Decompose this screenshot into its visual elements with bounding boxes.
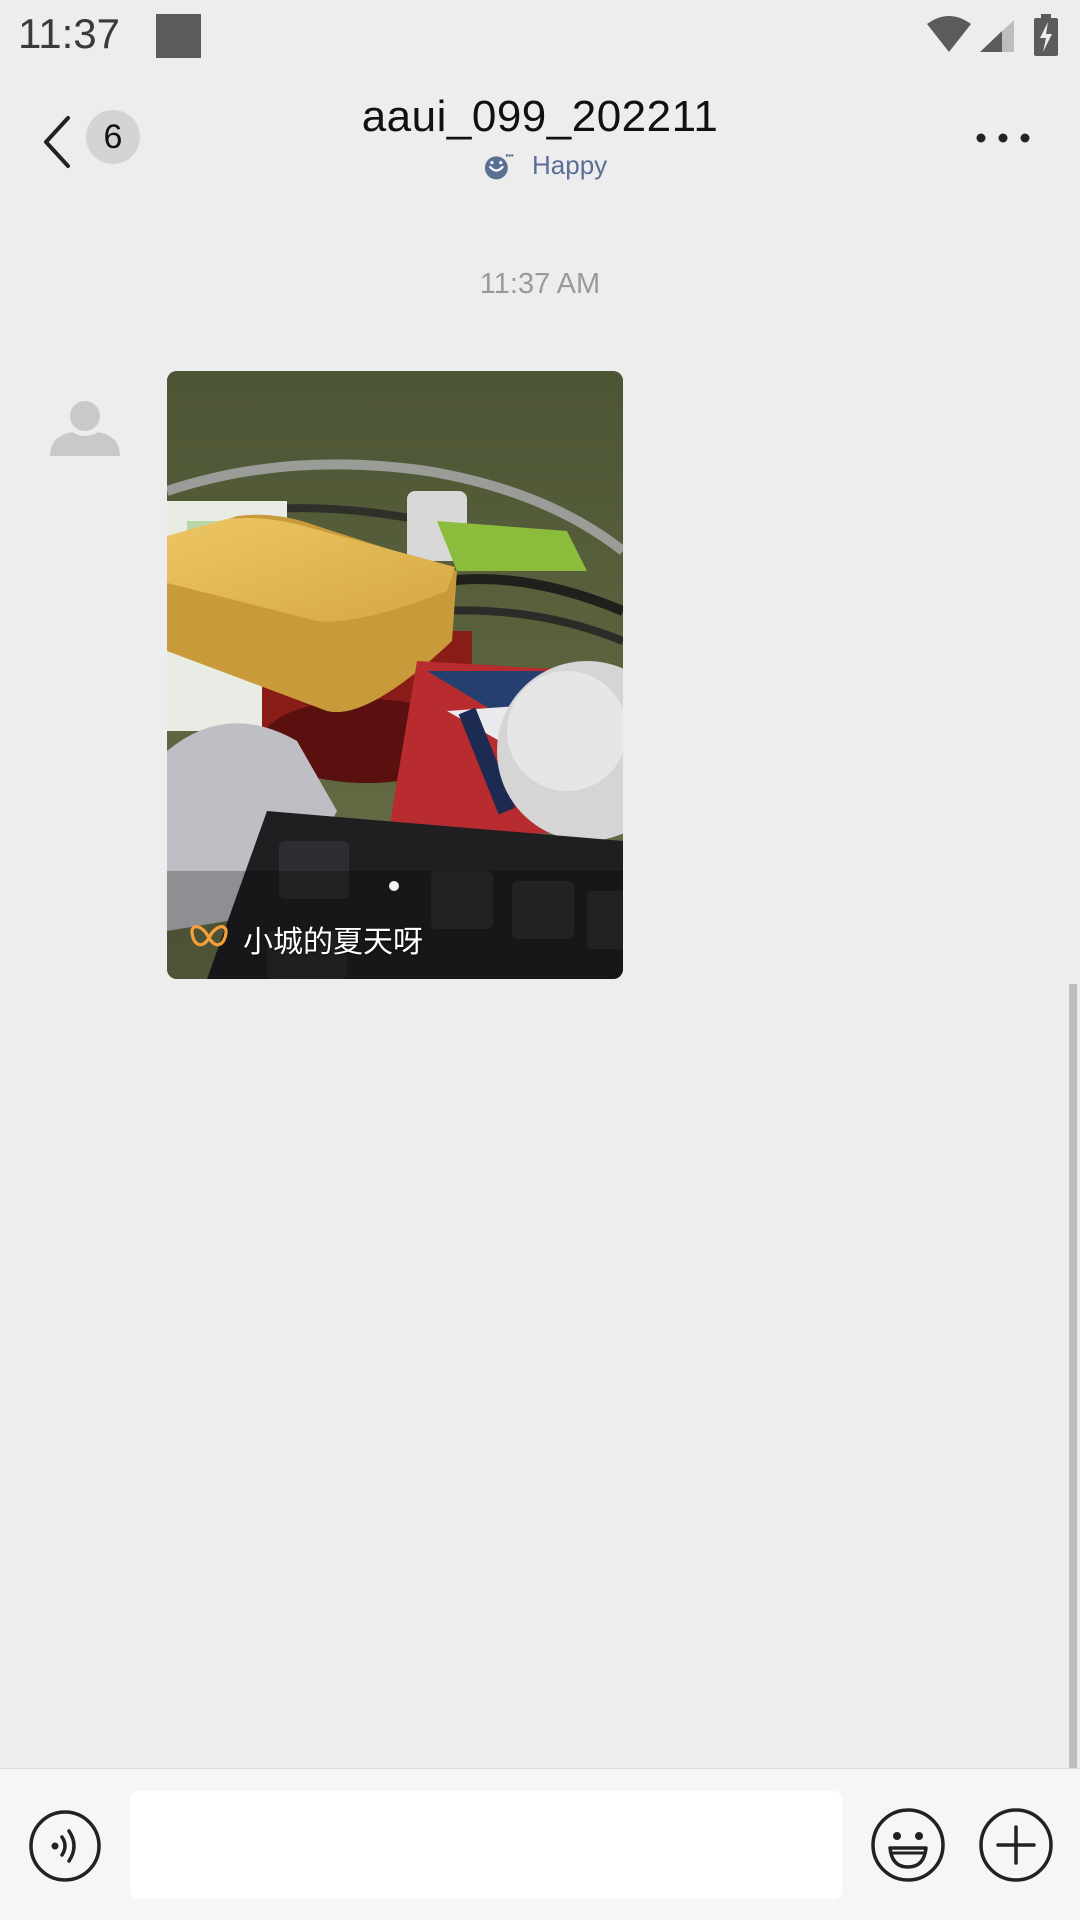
cell-signal-icon	[980, 20, 1014, 52]
status-bar: 11:37	[0, 0, 1080, 74]
chat-scrollbar[interactable]	[1069, 984, 1077, 1768]
status-time: 11:37	[18, 10, 120, 57]
message-timestamp: 11:37 AM	[479, 268, 601, 300]
emoji-icon[interactable]	[870, 1807, 946, 1883]
media-message[interactable]: 小城的夏天呀	[167, 371, 623, 979]
message-input[interactable]	[130, 1791, 842, 1899]
chat-title: aaui_099_202211	[361, 92, 719, 141]
wifi-icon	[927, 16, 971, 52]
more-dots-icon[interactable]	[975, 126, 1031, 150]
notification-square-icon	[156, 14, 201, 58]
chat-header: 6 aaui_099_202211 Happy	[0, 74, 1080, 204]
page-indicator-dot	[389, 881, 399, 891]
battery-charging-icon	[1034, 14, 1058, 56]
chevron-left-icon[interactable]	[38, 114, 78, 170]
plus-icon[interactable]	[978, 1807, 1054, 1883]
channel-butterfly-icon	[190, 925, 228, 947]
contact-status: Happy	[440, 148, 680, 188]
chat-screen: 11:37 6 aaui_099_202211 Happy 11:37 AM 小…	[0, 0, 1080, 1920]
media-caption: 小城的夏天呀	[243, 926, 423, 959]
input-bar	[0, 1768, 1080, 1920]
unread-count-badge[interactable]: 6	[86, 110, 140, 164]
status-text: Happy	[532, 150, 608, 180]
smiley-mood-icon	[484, 154, 514, 180]
voice-input-icon[interactable]	[28, 1809, 102, 1883]
default-avatar-icon[interactable]	[48, 392, 122, 466]
